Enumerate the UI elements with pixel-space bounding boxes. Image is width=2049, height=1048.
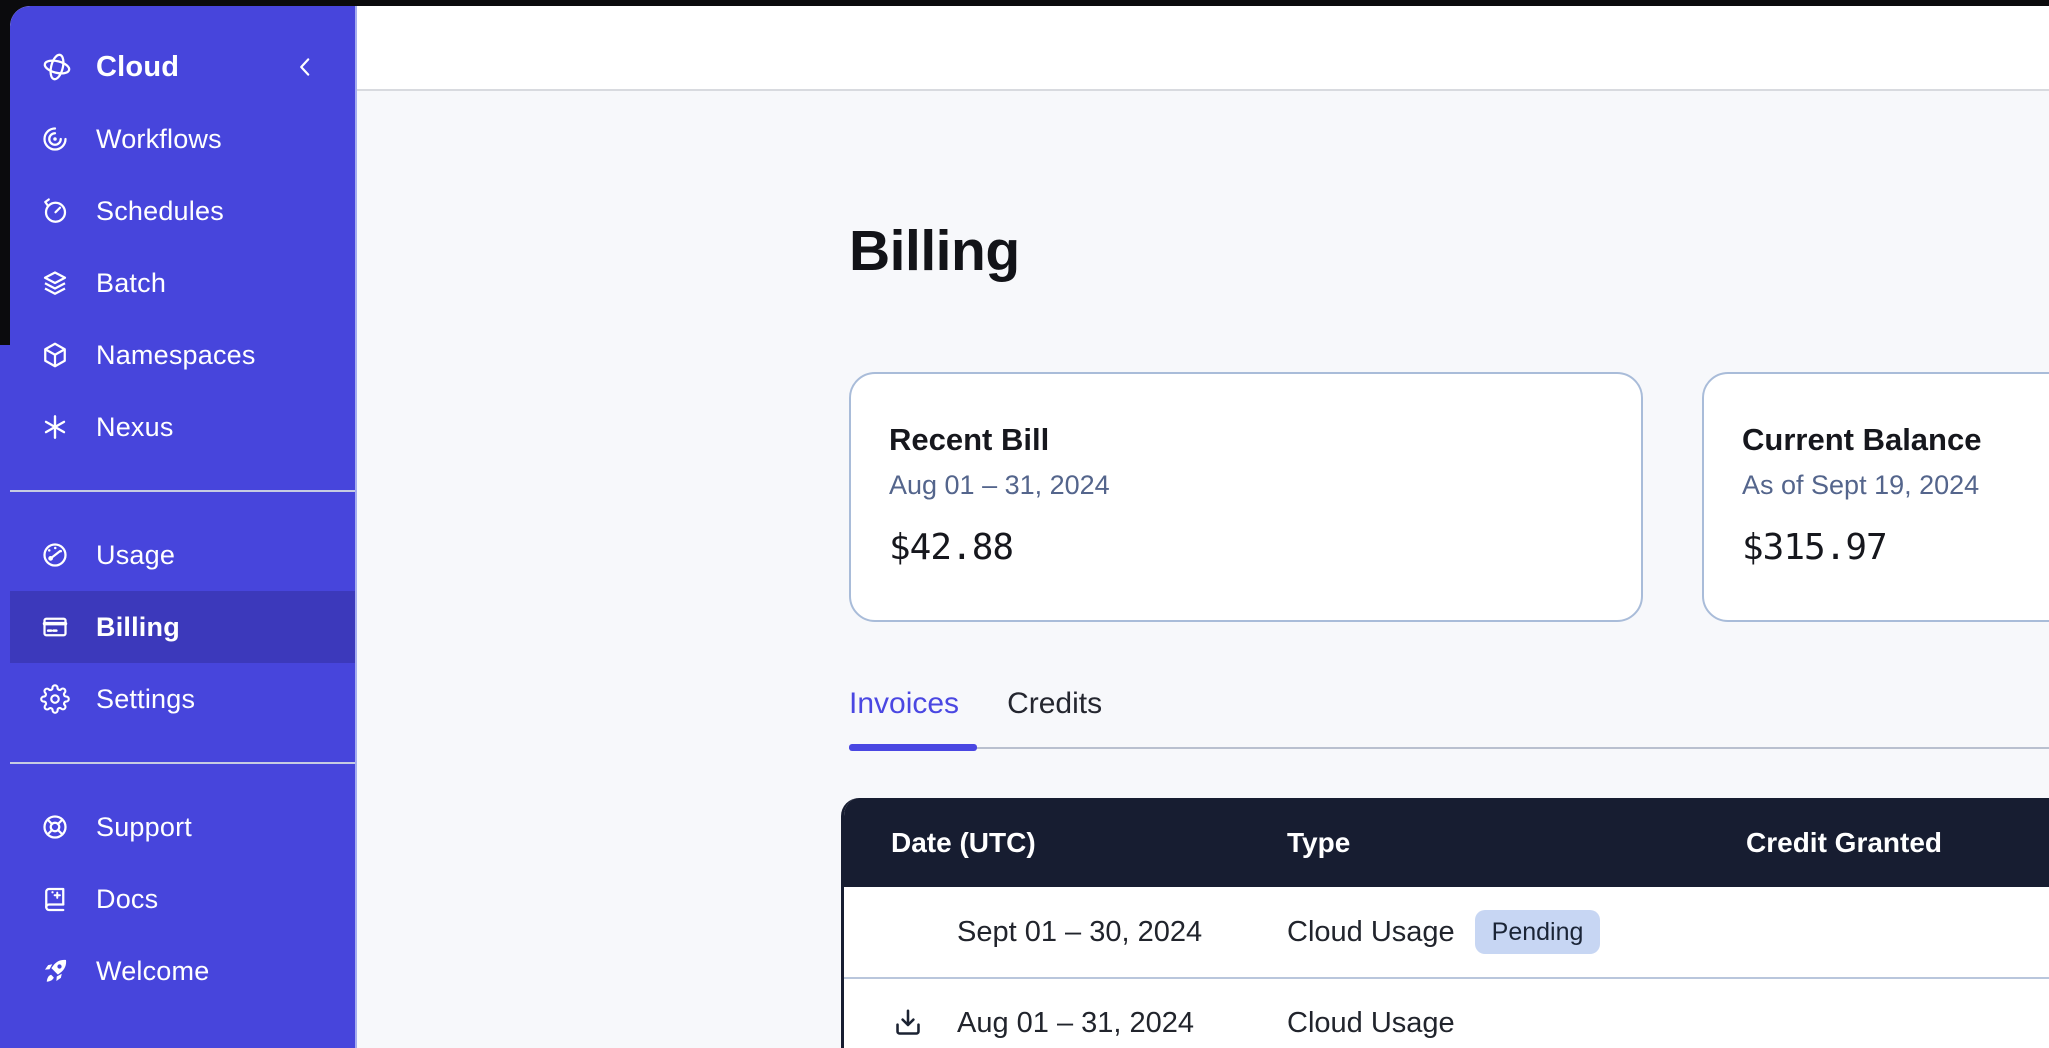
docs-icon	[40, 884, 70, 914]
table-header-row: Date (UTC) Type Credit Granted	[844, 798, 2049, 887]
card-amount: $315.97	[1742, 527, 2049, 568]
invoice-type: Cloud Usage	[1287, 916, 1455, 949]
current-balance-card: Current Balance As of Sept 19, 2024 $315…	[1702, 372, 2049, 622]
sidebar-nav: Workflows Schedules	[10, 103, 355, 1007]
invoice-date: Aug 01 – 31, 2024	[957, 1007, 1194, 1040]
sidebar-divider	[10, 762, 355, 764]
support-icon	[40, 812, 70, 842]
column-header-type: Type	[1287, 827, 1699, 859]
card-period: As of Sept 19, 2024	[1742, 470, 2049, 501]
invoice-type: Cloud Usage	[1287, 1007, 1455, 1040]
sidebar-item-label: Namespaces	[96, 340, 256, 371]
brand-row: Cloud	[10, 31, 355, 103]
column-header-credit: Credit Granted	[1699, 827, 2049, 859]
download-icon[interactable]	[891, 1006, 925, 1040]
card-amount: $42.88	[889, 527, 1641, 568]
app-window: Cloud Workflows	[10, 6, 2049, 1048]
nexus-icon	[40, 412, 70, 442]
download-icon-slot	[891, 914, 957, 950]
tabs-baseline	[849, 747, 2049, 749]
status-badge: Pending	[1475, 910, 1601, 954]
sidebar-item-batch[interactable]: Batch	[10, 247, 355, 319]
sidebar-item-settings[interactable]: Settings	[10, 663, 355, 735]
sidebar-item-welcome[interactable]: Welcome	[10, 935, 355, 1007]
sidebar-item-nexus[interactable]: Nexus	[10, 391, 355, 463]
recent-bill-card: Recent Bill Aug 01 – 31, 2024 $42.88	[849, 372, 1643, 622]
tab-credits[interactable]: Credits	[1007, 687, 1102, 745]
page-title: Billing	[849, 218, 1020, 284]
invoice-date: Sept 01 – 30, 2024	[957, 916, 1202, 949]
tab-invoices[interactable]: Invoices	[849, 687, 959, 745]
sidebar-item-label: Support	[96, 812, 192, 843]
sidebar-item-label: Batch	[96, 268, 166, 299]
window-left-edge	[0, 345, 10, 1048]
top-header-bar	[357, 6, 2049, 91]
sidebar-item-label: Schedules	[96, 196, 224, 227]
invoices-table: Date (UTC) Type Credit Granted Sept 01 –…	[841, 798, 2049, 1048]
main-content: Billing Recent Bill Aug 01 – 31, 2024 $4…	[357, 93, 2049, 1048]
workflows-icon	[40, 124, 70, 154]
table-row[interactable]: Sept 01 – 30, 2024 Cloud Usage Pending	[844, 887, 2049, 977]
sidebar-item-label: Workflows	[96, 124, 222, 155]
sidebar-item-docs[interactable]: Docs	[10, 863, 355, 935]
sidebar-item-label: Welcome	[96, 956, 209, 987]
brand-label: Cloud	[96, 51, 179, 84]
card-period: Aug 01 – 31, 2024	[889, 470, 1641, 501]
usage-icon	[40, 540, 70, 570]
settings-icon	[40, 684, 70, 714]
sidebar-divider	[10, 490, 355, 492]
schedules-icon	[40, 196, 70, 226]
billing-tabs: Invoices Credits	[849, 687, 1102, 745]
active-tab-underline	[849, 744, 977, 751]
card-title: Recent Bill	[889, 422, 1641, 458]
sidebar-item-label: Billing	[96, 612, 180, 643]
batch-icon	[40, 268, 70, 298]
sidebar-item-label: Usage	[96, 540, 175, 571]
namespaces-icon	[40, 340, 70, 370]
sidebar-item-support[interactable]: Support	[10, 791, 355, 863]
card-title: Current Balance	[1742, 422, 2049, 458]
sidebar-item-namespaces[interactable]: Namespaces	[10, 319, 355, 391]
sidebar-item-label: Settings	[96, 684, 195, 715]
sidebar-item-schedules[interactable]: Schedules	[10, 175, 355, 247]
sidebar-item-workflows[interactable]: Workflows	[10, 103, 355, 175]
sidebar: Cloud Workflows	[10, 6, 357, 1048]
chevron-left-icon[interactable]	[292, 54, 318, 80]
sidebar-item-usage[interactable]: Usage	[10, 519, 355, 591]
welcome-icon	[40, 956, 70, 986]
billing-icon	[40, 612, 70, 642]
sidebar-item-label: Nexus	[96, 412, 174, 443]
column-header-date: Date (UTC)	[844, 827, 1287, 859]
sidebar-item-label: Docs	[96, 884, 158, 915]
table-row[interactable]: Aug 01 – 31, 2024 Cloud Usage	[844, 977, 2049, 1048]
temporal-logo-icon	[40, 50, 74, 84]
billing-page: Cloud Workflows	[0, 0, 2049, 1048]
sidebar-item-billing[interactable]: Billing	[10, 591, 355, 663]
